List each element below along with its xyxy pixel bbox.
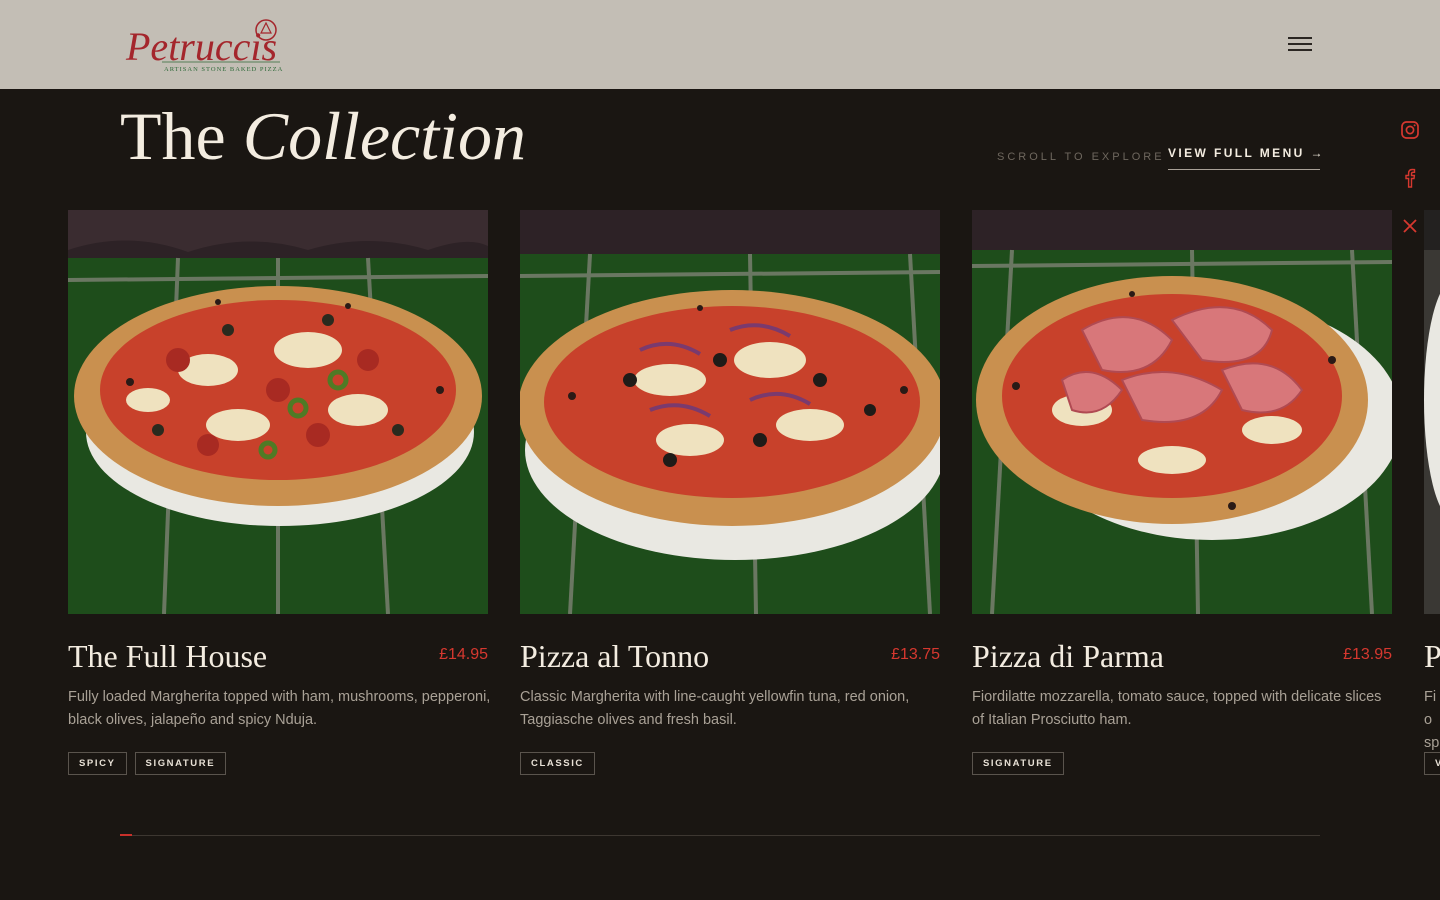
title-italic: Collection (242, 98, 527, 174)
pizza-tags: SIGNATURE (972, 752, 1064, 775)
instagram-icon[interactable] (1398, 118, 1422, 142)
pizza-card[interactable]: Pizza al Tonno £13.75 Classic Margherita… (520, 210, 940, 775)
pizza-name: Pizza al Tonno (520, 638, 710, 674)
view-full-menu-link[interactable]: VIEW FULL MENU → (1168, 146, 1322, 170)
title-plain: The (120, 98, 226, 174)
pizza-price: £13.95 (1343, 646, 1392, 663)
carousel-progress-track[interactable] (120, 835, 1320, 836)
pizza-tags: CLASSIC (520, 752, 595, 775)
logo-wordmark: Petruccis ARTISAN STONE BAKED PIZZA (125, 19, 283, 73)
carousel-progress-fill (120, 834, 132, 836)
pizza-photo (68, 210, 488, 614)
tag-veg: V (1424, 752, 1440, 775)
pizza-photo (1424, 210, 1440, 614)
pizza-tags: SPICY SIGNATURE (68, 752, 227, 775)
tag-signature: SIGNATURE (972, 752, 1064, 775)
tag-classic: CLASSIC (520, 752, 595, 775)
petruccis-logo[interactable]: Petruccis ARTISAN STONE BAKED PIZZA (120, 14, 288, 76)
hamburger-line (1288, 37, 1312, 39)
pizza-card[interactable]: Pizza di Parma £13.95 Fiordilatte mozzar… (972, 210, 1392, 775)
pizza-price: £14.95 (439, 646, 488, 663)
pizza-name: P (1424, 638, 1440, 674)
site-header: Petruccis ARTISAN STONE BAKED PIZZA (0, 0, 1440, 89)
pizza-card[interactable]: The Full House £14.95 Fully loaded Margh… (68, 210, 490, 775)
pizza-card-partial[interactable]: P Fio sp V (1424, 210, 1440, 790)
section-title: The Collection (120, 96, 526, 176)
pizza-tags: V (1424, 752, 1440, 775)
hamburger-line (1288, 49, 1312, 51)
tag-signature: SIGNATURE (134, 752, 227, 775)
pizza-description: Fio sp (1424, 689, 1440, 751)
pizza-name: Pizza di Parma (972, 638, 1164, 674)
pizza-name: The Full House (68, 638, 268, 674)
facebook-icon[interactable] (1398, 166, 1422, 190)
pizza-photo (520, 210, 940, 614)
hamburger-menu-button[interactable] (1284, 32, 1316, 56)
pizza-description: Fiordilatte mozzarella, tomato sauce, to… (972, 689, 1382, 728)
x-icon[interactable] (1398, 214, 1422, 238)
pizza-photo (972, 210, 1392, 614)
scroll-hint: SCROLL TO EXPLORE (997, 151, 1165, 163)
pizza-description: Classic Margherita with line-caught yell… (520, 689, 910, 728)
hamburger-line (1288, 43, 1312, 45)
tag-spicy: SPICY (68, 752, 127, 775)
pizza-description: Fully loaded Margherita topped with ham,… (68, 689, 491, 728)
pizza-price: £13.75 (891, 646, 940, 663)
logo-tagline: ARTISAN STONE BAKED PIZZA (164, 66, 283, 73)
